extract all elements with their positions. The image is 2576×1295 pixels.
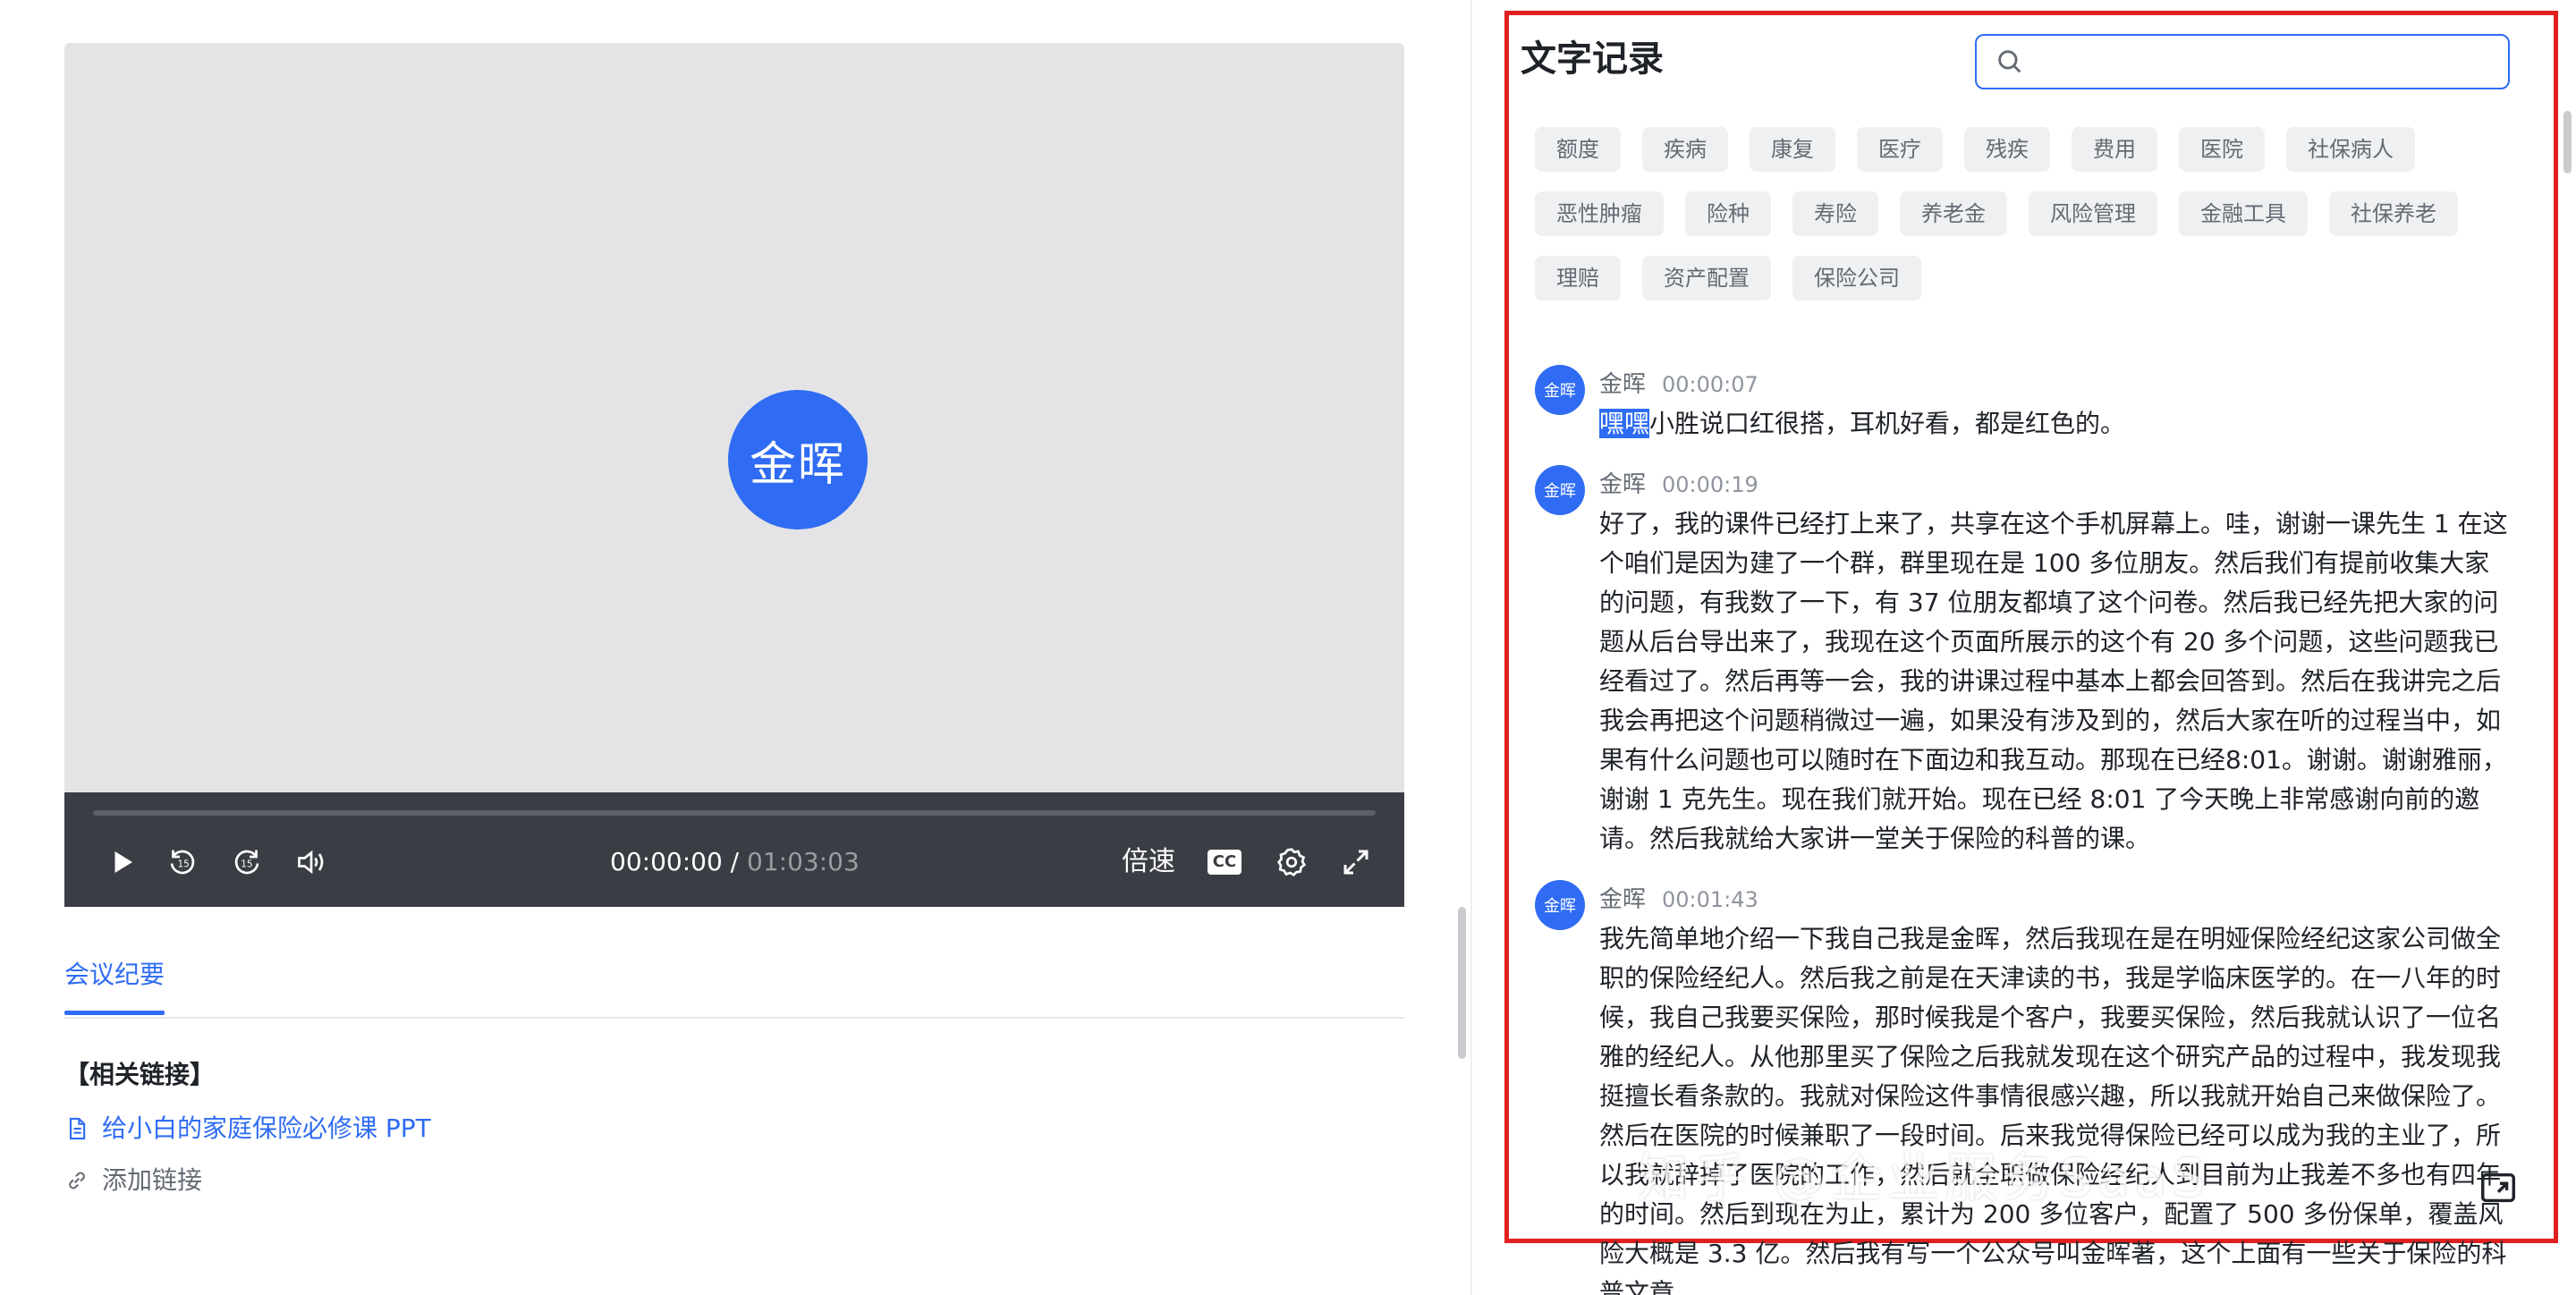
speaker-name: 金晖 [1599,471,1647,498]
tag[interactable]: 风险管理 [2029,191,2157,236]
tag[interactable]: 养老金 [1900,191,2007,236]
link-icon [69,1172,85,1189]
left-scrollbar[interactable] [1458,907,1466,1059]
speaker-avatar: 金晖 [728,390,868,529]
related-links-title: 【相关链接】 [64,1060,216,1089]
rewind-15-icon[interactable]: 15 [163,842,202,882]
picture-in-picture-icon[interactable] [2478,1168,2519,1209]
add-link-button[interactable]: 添加链接 [64,1161,202,1200]
avatar: 金晖 [1535,880,1585,930]
tag[interactable]: 金融工具 [2179,191,2308,236]
transcript-text[interactable]: 我先简单地介绍一下我自己我是金晖，然后我现在是在明娅保险经纪这家公司做全职的保险… [1599,919,2508,1295]
progress-bar[interactable] [93,810,1376,816]
tab-divider [64,1017,1404,1019]
time-readout: 00:00:00 / 01:03:03 [610,844,860,880]
link-ppt-label[interactable]: 给小白的家庭保险必修课 PPT [102,1109,431,1148]
transcript-text[interactable]: 好了，我的课件已经打上来了，共享在这个手机屏幕上。哇，谢谢一课先生 1 在这个咱… [1599,504,2508,859]
transcript-scrollbar[interactable] [2563,111,2572,174]
time-current: 00:00:00 [610,847,723,876]
player-controls: 15 15 00:00:00 / 01:03:03 倍速 CC [64,792,1404,907]
forward-15-icon[interactable]: 15 [227,842,267,882]
tab-active-indicator [64,1011,165,1015]
avatar: 金晖 [1535,365,1585,415]
tag[interactable]: 残疾 [1964,127,2050,172]
settings-icon[interactable] [1272,842,1311,882]
entry-header: 金晖 00:00:19 [1599,469,1758,501]
tag[interactable]: 理赔 [1535,256,1621,300]
avatar: 金晖 [1535,465,1585,515]
time-duration: 01:03:03 [747,847,860,876]
tag[interactable]: 额度 [1535,127,1621,172]
entry-header: 金晖 00:01:43 [1599,884,1758,916]
tag[interactable]: 恶性肿瘤 [1535,191,1664,236]
transcript-search[interactable] [1975,34,2510,89]
tag[interactable]: 费用 [2072,127,2157,172]
document-icon [69,1117,86,1140]
tag[interactable]: 社保病人 [2286,127,2415,172]
tag[interactable]: 险种 [1685,191,1771,236]
timestamp[interactable]: 00:00:19 [1662,472,1758,497]
search-icon [1998,50,2021,73]
selected-text[interactable]: 嘿嘿 [1599,409,1650,438]
timestamp[interactable]: 00:01:43 [1662,887,1758,912]
svg-text:15: 15 [177,859,189,869]
time-separator: / [722,847,747,876]
speed-button[interactable]: 倍速 [1122,842,1175,882]
tag[interactable]: 医疗 [1857,127,1943,172]
pane-divider[interactable] [1470,0,1472,1295]
entry-header: 金晖 00:00:07 [1599,368,1758,401]
link-ppt[interactable]: 给小白的家庭保险必修课 PPT [64,1109,431,1148]
transcript-text-rest[interactable]: 小胜说口红很搭，耳机好看，都是红色的。 [1649,409,2125,438]
tag[interactable]: 社保养老 [2329,191,2458,236]
transcript-text[interactable]: 嘿嘿小胜说口红很搭，耳机好看，都是红色的。 [1599,404,2508,444]
timestamp[interactable]: 00:00:07 [1662,372,1758,397]
fullscreen-icon[interactable] [1336,842,1376,882]
tab-minutes[interactable]: 会议纪要 [64,955,165,995]
svg-text:15: 15 [241,859,252,869]
tag[interactable]: 疾病 [1642,127,1728,172]
tag[interactable]: 寿险 [1792,191,1878,236]
speaker-name: 金晖 [1599,886,1647,913]
speaker-name: 金晖 [1599,371,1647,398]
video-area[interactable]: 金晖 [64,43,1404,792]
watermark: 知乎 @企业服务SaaS [1637,1147,2211,1208]
volume-icon[interactable] [292,842,331,882]
tag[interactable]: 资产配置 [1642,256,1771,300]
play-icon[interactable] [102,842,141,882]
tag[interactable]: 保险公司 [1792,256,1921,300]
cc-icon[interactable]: CC [1208,850,1241,875]
add-link-label[interactable]: 添加链接 [102,1161,202,1200]
tag[interactable]: 医院 [2179,127,2265,172]
tag[interactable]: 康复 [1750,127,1835,172]
search-input[interactable] [2036,47,2508,76]
transcript-title: 文字记录 [1521,38,1664,80]
